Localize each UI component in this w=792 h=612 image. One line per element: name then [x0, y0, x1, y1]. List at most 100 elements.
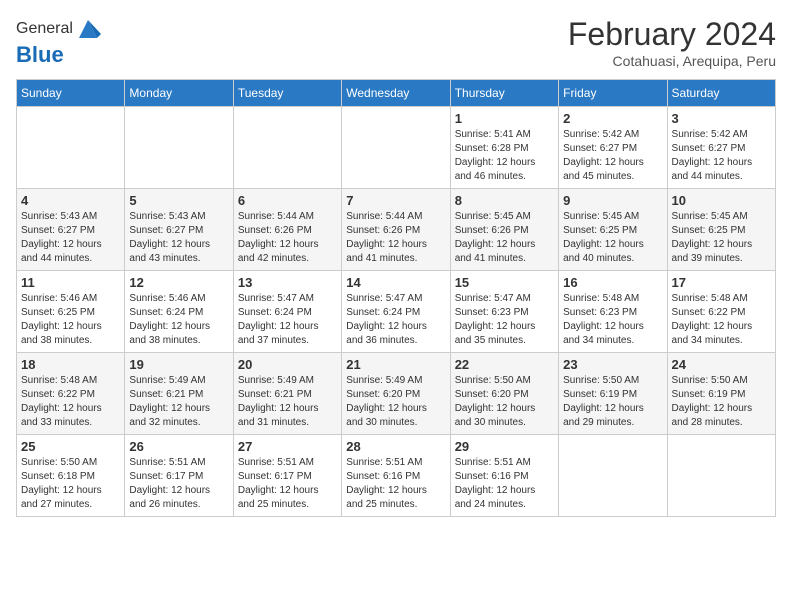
calendar-week-row: 11 Sunrise: 5:46 AM Sunset: 6:25 PM Dayli…: [17, 271, 776, 353]
calendar-cell: 1 Sunrise: 5:41 AM Sunset: 6:28 PM Daylig…: [450, 107, 558, 189]
calendar-cell: [559, 435, 667, 517]
calendar-week-row: 1 Sunrise: 5:41 AM Sunset: 6:28 PM Daylig…: [17, 107, 776, 189]
calendar-cell: 3Sunrise: 5:42 AM Sunset: 6:27 PM Daylig…: [667, 107, 775, 189]
day-number: 25: [21, 439, 120, 454]
day-info: Sunrise: 5:45 AM Sunset: 6:25 PM Dayligh…: [672, 210, 771, 266]
calendar-cell: 21 Sunrise: 5:49 AM Sunset: 6:20 PM Dayli…: [342, 353, 450, 435]
day-info: Sunrise: 5:50 AM Sunset: 6:18 PM Dayligh…: [21, 456, 120, 512]
calendar-cell: 22Sunrise: 5:50 AM Sunset: 6:20 PM Dayli…: [450, 353, 558, 435]
calendar-cell: [667, 435, 775, 517]
col-header-sunday: Sunday: [17, 80, 125, 107]
day-number: 17: [672, 275, 771, 290]
calendar-header-row: SundayMondayTuesdayWednesdayThursdayFrid…: [17, 80, 776, 107]
calendar-cell: 13 Sunrise: 5:47 AM Sunset: 6:24 PM Dayli…: [233, 271, 341, 353]
day-info: Sunrise: 5:43 AM Sunset: 6:27 PM Dayligh…: [129, 210, 228, 266]
day-info: Sunrise: 5:45 AM Sunset: 6:26 PM Dayligh…: [455, 210, 554, 266]
day-number: 27: [238, 439, 337, 454]
day-number: 13: [238, 275, 337, 290]
day-number: 4: [21, 193, 120, 208]
col-header-friday: Friday: [559, 80, 667, 107]
day-number: 11: [21, 275, 120, 290]
day-info: Sunrise: 5:50 AM Sunset: 6:19 PM Dayligh…: [563, 374, 662, 430]
day-info: Sunrise: 5:47 AM Sunset: 6:24 PM Dayligh…: [238, 292, 337, 348]
month-year: February 2024: [568, 16, 776, 53]
calendar-cell: 17 Sunrise: 5:48 AM Sunset: 6:22 PM Dayli…: [667, 271, 775, 353]
calendar-cell: [342, 107, 450, 189]
day-number: 10: [672, 193, 771, 208]
calendar-cell: 10 Sunrise: 5:45 AM Sunset: 6:25 PM Dayli…: [667, 189, 775, 271]
calendar-cell: [125, 107, 233, 189]
day-info: Sunrise: 5:44 AM Sunset: 6:26 PM Dayligh…: [346, 210, 445, 266]
day-info: Sunrise: 5:51 AM Sunset: 6:17 PM Dayligh…: [129, 456, 228, 512]
calendar-cell: 28Sunrise: 5:51 AM Sunset: 6:16 PM Dayli…: [342, 435, 450, 517]
day-info: Sunrise: 5:51 AM Sunset: 6:17 PM Dayligh…: [238, 456, 337, 512]
calendar-cell: 8 Sunrise: 5:45 AM Sunset: 6:26 PM Daylig…: [450, 189, 558, 271]
day-number: 1: [455, 111, 554, 126]
logo-blue: Blue: [16, 42, 101, 68]
day-info: Sunrise: 5:43 AM Sunset: 6:27 PM Dayligh…: [21, 210, 120, 266]
day-info: Sunrise: 5:50 AM Sunset: 6:19 PM Dayligh…: [672, 374, 771, 430]
calendar-cell: 27 Sunrise: 5:51 AM Sunset: 6:17 PM Dayli…: [233, 435, 341, 517]
calendar-cell: 9Sunrise: 5:45 AM Sunset: 6:25 PM Daylig…: [559, 189, 667, 271]
day-number: 14: [346, 275, 445, 290]
location: Cotahuasi, Arequipa, Peru: [568, 53, 776, 69]
day-number: 19: [129, 357, 228, 372]
calendar-cell: 5Sunrise: 5:43 AM Sunset: 6:27 PM Daylig…: [125, 189, 233, 271]
day-info: Sunrise: 5:42 AM Sunset: 6:27 PM Dayligh…: [563, 128, 662, 184]
calendar-cell: [233, 107, 341, 189]
day-info: Sunrise: 5:47 AM Sunset: 6:24 PM Dayligh…: [346, 292, 445, 348]
calendar-cell: 15 Sunrise: 5:47 AM Sunset: 6:23 PM Dayli…: [450, 271, 558, 353]
calendar-cell: 4 Sunrise: 5:43 AM Sunset: 6:27 PM Daylig…: [17, 189, 125, 271]
calendar-week-row: 25 Sunrise: 5:50 AM Sunset: 6:18 PM Dayli…: [17, 435, 776, 517]
calendar-cell: 23Sunrise: 5:50 AM Sunset: 6:19 PM Dayli…: [559, 353, 667, 435]
day-info: Sunrise: 5:45 AM Sunset: 6:25 PM Dayligh…: [563, 210, 662, 266]
calendar-cell: 20Sunrise: 5:49 AM Sunset: 6:21 PM Dayli…: [233, 353, 341, 435]
day-info: Sunrise: 5:49 AM Sunset: 6:20 PM Dayligh…: [346, 374, 445, 430]
calendar-table: SundayMondayTuesdayWednesdayThursdayFrid…: [16, 79, 776, 517]
day-number: 7: [346, 193, 445, 208]
logo: General Blue: [16, 16, 101, 68]
calendar-cell: 6Sunrise: 5:44 AM Sunset: 6:26 PM Daylig…: [233, 189, 341, 271]
day-number: 24: [672, 357, 771, 372]
calendar-cell: 19 Sunrise: 5:49 AM Sunset: 6:21 PM Dayli…: [125, 353, 233, 435]
col-header-thursday: Thursday: [450, 80, 558, 107]
calendar-cell: [17, 107, 125, 189]
logo-general: General: [16, 20, 73, 38]
day-info: Sunrise: 5:46 AM Sunset: 6:25 PM Dayligh…: [21, 292, 120, 348]
day-info: Sunrise: 5:44 AM Sunset: 6:26 PM Dayligh…: [238, 210, 337, 266]
calendar-cell: 26 Sunrise: 5:51 AM Sunset: 6:17 PM Dayli…: [125, 435, 233, 517]
day-number: 26: [129, 439, 228, 454]
day-number: 8: [455, 193, 554, 208]
day-info: Sunrise: 5:48 AM Sunset: 6:22 PM Dayligh…: [21, 374, 120, 430]
calendar-week-row: 4 Sunrise: 5:43 AM Sunset: 6:27 PM Daylig…: [17, 189, 776, 271]
day-number: 15: [455, 275, 554, 290]
day-info: Sunrise: 5:48 AM Sunset: 6:22 PM Dayligh…: [672, 292, 771, 348]
day-info: Sunrise: 5:42 AM Sunset: 6:27 PM Dayligh…: [672, 128, 771, 184]
day-number: 2: [563, 111, 662, 126]
calendar-cell: 14 Sunrise: 5:47 AM Sunset: 6:24 PM Dayli…: [342, 271, 450, 353]
calendar-cell: 7 Sunrise: 5:44 AM Sunset: 6:26 PM Daylig…: [342, 189, 450, 271]
day-info: Sunrise: 5:51 AM Sunset: 6:16 PM Dayligh…: [455, 456, 554, 512]
title-block: February 2024 Cotahuasi, Arequipa, Peru: [568, 16, 776, 69]
day-number: 21: [346, 357, 445, 372]
day-number: 18: [21, 357, 120, 372]
day-info: Sunrise: 5:49 AM Sunset: 6:21 PM Dayligh…: [238, 374, 337, 430]
day-info: Sunrise: 5:46 AM Sunset: 6:24 PM Dayligh…: [129, 292, 228, 348]
day-info: Sunrise: 5:49 AM Sunset: 6:21 PM Dayligh…: [129, 374, 228, 430]
day-number: 29: [455, 439, 554, 454]
calendar-cell: 11 Sunrise: 5:46 AM Sunset: 6:25 PM Dayli…: [17, 271, 125, 353]
col-header-saturday: Saturday: [667, 80, 775, 107]
calendar-cell: 25 Sunrise: 5:50 AM Sunset: 6:18 PM Dayli…: [17, 435, 125, 517]
logo-icon: [75, 16, 101, 42]
day-info: Sunrise: 5:47 AM Sunset: 6:23 PM Dayligh…: [455, 292, 554, 348]
calendar-cell: 2 Sunrise: 5:42 AM Sunset: 6:27 PM Daylig…: [559, 107, 667, 189]
page-header: General Blue February 2024 Cotahuasi, Ar…: [16, 16, 776, 69]
calendar-cell: 24 Sunrise: 5:50 AM Sunset: 6:19 PM Dayli…: [667, 353, 775, 435]
col-header-tuesday: Tuesday: [233, 80, 341, 107]
day-info: Sunrise: 5:41 AM Sunset: 6:28 PM Dayligh…: [455, 128, 554, 184]
day-number: 22: [455, 357, 554, 372]
calendar-cell: 18 Sunrise: 5:48 AM Sunset: 6:22 PM Dayli…: [17, 353, 125, 435]
day-info: Sunrise: 5:51 AM Sunset: 6:16 PM Dayligh…: [346, 456, 445, 512]
col-header-monday: Monday: [125, 80, 233, 107]
day-info: Sunrise: 5:48 AM Sunset: 6:23 PM Dayligh…: [563, 292, 662, 348]
